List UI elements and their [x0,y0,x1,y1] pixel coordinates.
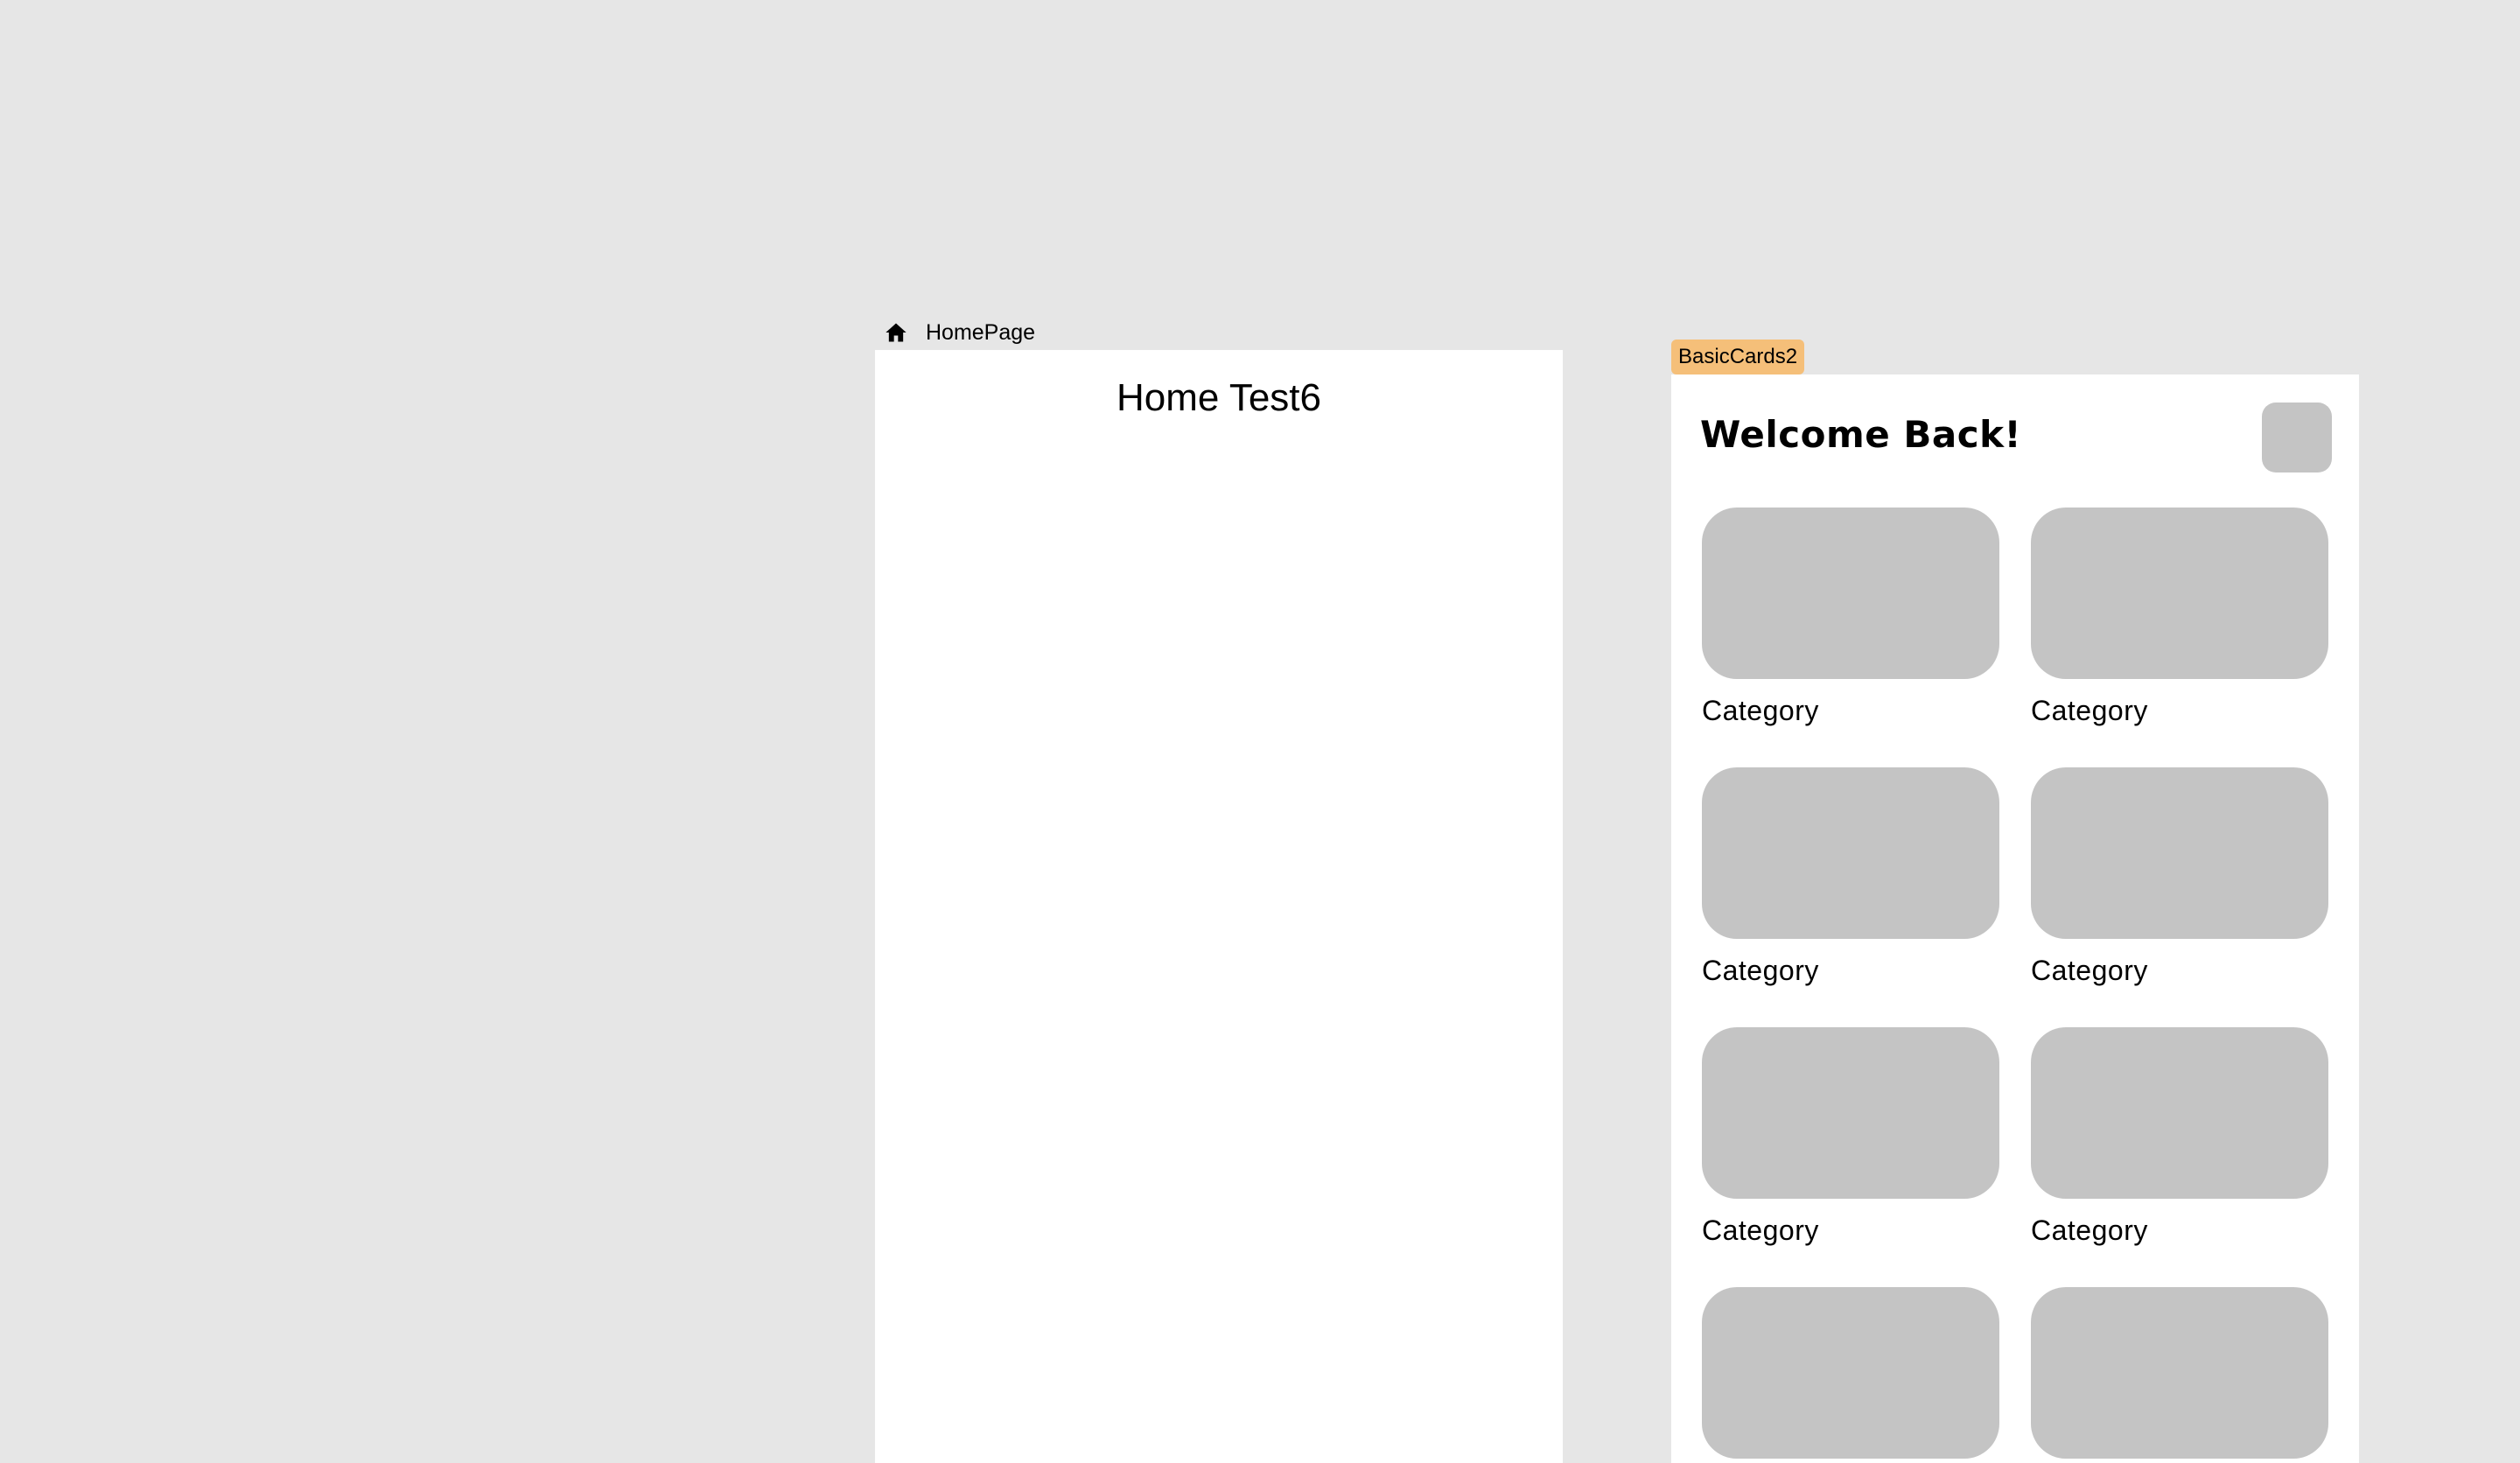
card-label: Category [2031,1214,2148,1246]
avatar[interactable] [2262,402,2332,472]
category-card[interactable]: Category [1702,508,1999,726]
category-card[interactable] [2031,1287,2328,1463]
card-label: Category [1702,1214,1819,1246]
card-image-placeholder [2031,1287,2328,1459]
card-image-placeholder [1702,508,1999,679]
homepage-frame-label[interactable]: HomePage [884,317,1035,348]
card-image-placeholder [2031,767,2328,939]
page-title: Home Test6 [1116,376,1321,419]
card-label: Category [1702,955,1819,986]
category-card[interactable]: Category [1702,767,1999,986]
card-image-placeholder [1702,1027,1999,1199]
homepage-frame[interactable]: Home Test6 [875,350,1563,1463]
welcome-heading: Welcome Back! [1700,413,2022,456]
category-grid: Category Category Category Category Cate… [1702,508,2332,1463]
category-card[interactable]: Category [2031,767,2328,986]
homepage-frame-name: HomePage [926,319,1036,345]
card-label: Category [2031,955,2148,986]
category-card[interactable] [1702,1287,1999,1463]
basic-cards-frame-tag[interactable]: BasicCards2 [1671,340,1805,374]
card-image-placeholder [1702,1287,1999,1459]
card-image-placeholder [2031,508,2328,679]
category-card[interactable]: Category [2031,1027,2328,1246]
design-canvas[interactable]: HomePage Home Test6 BasicCards2 Welcome … [0,0,2520,1463]
card-image-placeholder [1702,767,1999,939]
card-label: Category [1702,695,1819,726]
basic-cards-frame[interactable]: Welcome Back! Category Category Category… [1671,374,2359,1463]
category-card[interactable]: Category [2031,508,2328,726]
category-card[interactable]: Category [1702,1027,1999,1246]
card-image-placeholder [2031,1027,2328,1199]
home-icon [886,323,906,342]
card-label: Category [2031,695,2148,726]
